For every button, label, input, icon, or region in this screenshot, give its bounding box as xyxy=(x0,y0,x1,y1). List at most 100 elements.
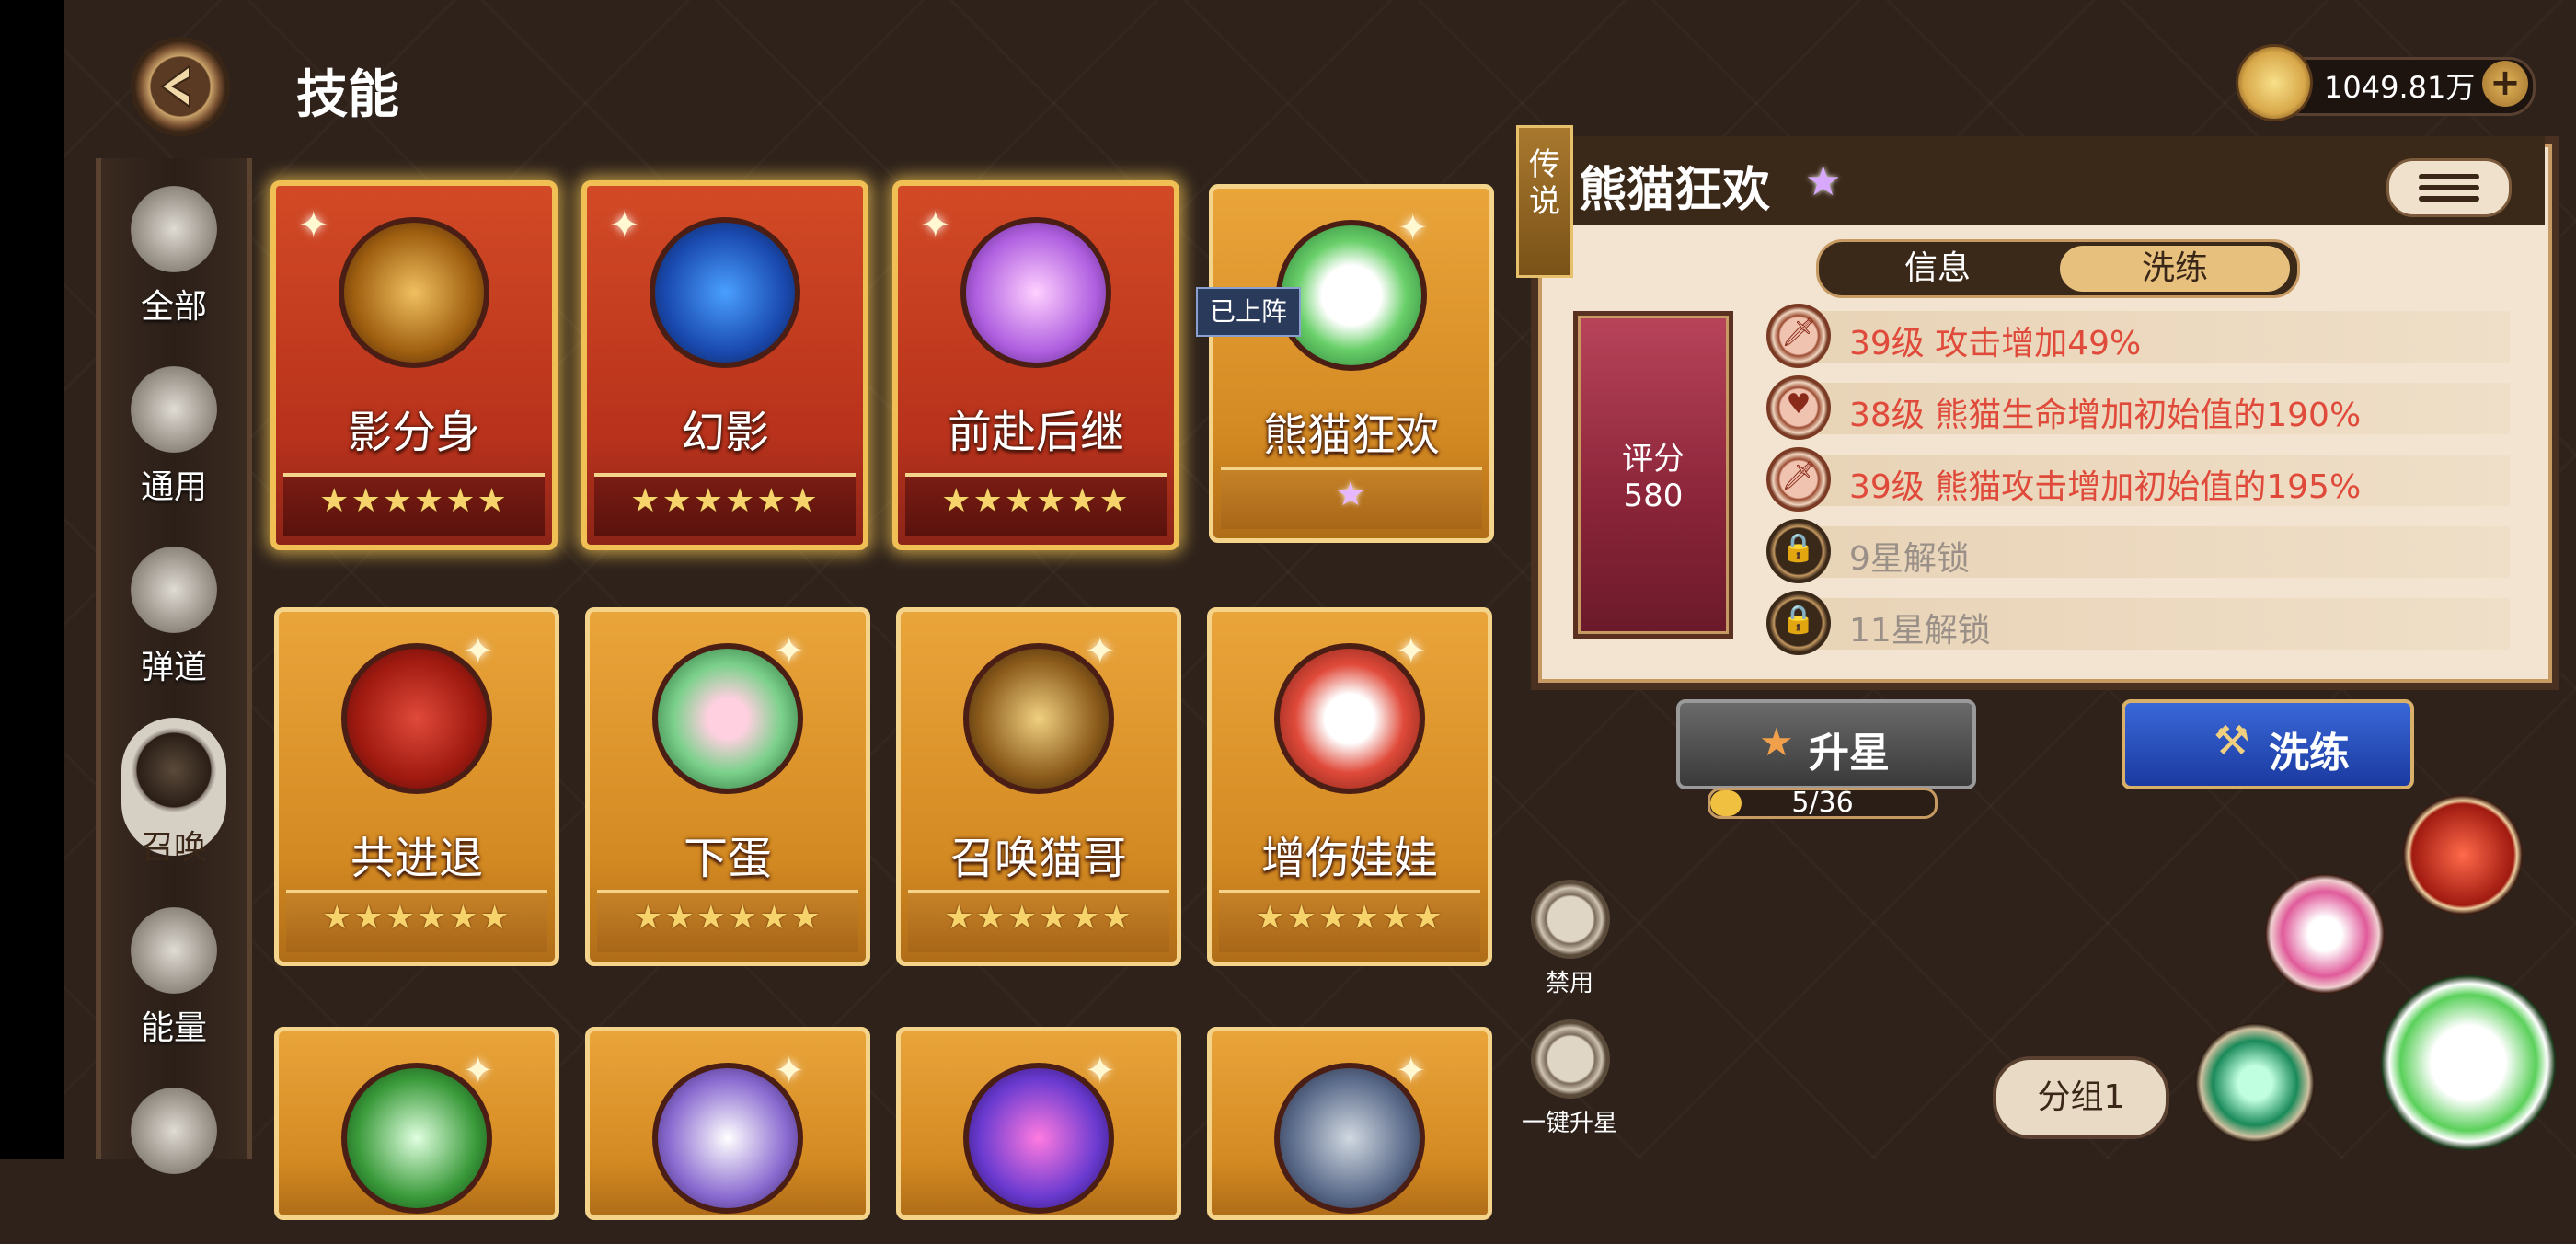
lock-icon: 🔒 xyxy=(1766,591,1831,655)
score-card: 评分 580 xyxy=(1573,311,1733,639)
star-band: ★★★★★★ xyxy=(905,473,1167,536)
score-value: 580 xyxy=(1623,478,1684,514)
heart-icon: ♥ xyxy=(1766,375,1831,440)
skill-name: 增伤娃娃 xyxy=(1260,833,1438,884)
skill-portrait xyxy=(341,643,492,794)
group-button[interactable]: 分组1 xyxy=(1993,1056,2169,1139)
attribute-row: 🗡 39级 攻击增加49% xyxy=(1766,304,2510,368)
sword-icon: 🗡 xyxy=(1766,304,1831,368)
skill-card[interactable]: ✦ 共进退 ★★★★★★ xyxy=(274,607,559,966)
skill-card[interactable]: ✦ 幻影 ★★★★★★ xyxy=(581,180,868,550)
attribute-row: 🗡 39级 熊猫攻击增加初始值的195% xyxy=(1766,447,2510,512)
attribute-row: ♥ 38级 熊猫生命增加初始值的190% xyxy=(1766,375,2510,440)
star-band: ★★★★★★ xyxy=(1219,890,1480,952)
sidebar-item-all[interactable]: 全部 xyxy=(101,177,247,342)
skill-stars: ★★★★★★ xyxy=(1255,899,1444,937)
skill-portrait xyxy=(652,643,803,794)
skill-name: 前赴后继 xyxy=(947,407,1124,458)
tent-icon xyxy=(131,366,217,453)
one-click-upgrade-label: 一键升星 xyxy=(1521,1110,1617,1137)
skill-name: 下蛋 xyxy=(683,833,772,884)
attribute-text: 39级 熊猫攻击增加初始值的195% xyxy=(1849,468,2362,506)
sidebar-item-more[interactable] xyxy=(101,1078,247,1244)
skill-portrait xyxy=(341,1063,492,1214)
skill-name: 幻影 xyxy=(680,407,769,458)
coin-icon xyxy=(2236,44,2313,121)
skill-card[interactable]: ✦ xyxy=(585,1027,870,1220)
sparkle-icon: ✦ xyxy=(298,204,329,247)
rarity-label: 传说 xyxy=(1529,146,1560,220)
detail-tabs: 信息 洗练 xyxy=(1816,239,2300,298)
category-sidebar: 全部 通用 弹道 召唤 能量 xyxy=(96,158,252,1174)
button-label: 洗练 xyxy=(2269,730,2350,777)
hammer-icon: ⚒ xyxy=(2214,718,2250,765)
skill-card[interactable]: ✦ xyxy=(1207,1027,1492,1220)
sword-icon: 🗡 xyxy=(1766,447,1831,512)
button-label: 升星 xyxy=(1809,730,1890,777)
attribute-text: 9星解锁 xyxy=(1849,540,1970,578)
star-band: ★ xyxy=(1221,466,1482,529)
attribute-text: 11星解锁 xyxy=(1849,612,1991,650)
skill-card[interactable]: ✦ xyxy=(274,1027,559,1220)
back-button[interactable] xyxy=(134,40,226,132)
skill-portrait xyxy=(1274,643,1425,794)
tab-refine[interactable]: 洗练 xyxy=(2060,246,2290,292)
skill-card[interactable]: ✦ 影分身 ★★★★★★ xyxy=(270,180,558,550)
sidebar-item-ballistic[interactable]: 弹道 xyxy=(101,537,247,703)
skill-slot-card[interactable] xyxy=(2195,1023,2315,1143)
attribute-row: 🔒 9星解锁 xyxy=(1766,519,2510,583)
skill-slot-fire[interactable] xyxy=(2403,795,2523,915)
list-menu-button[interactable] xyxy=(2386,158,2512,217)
skill-detail-name: 熊猫狂欢 xyxy=(1579,163,1771,218)
skill-stars: ★★★★★★ xyxy=(319,482,509,520)
star-band: ★★★★★★ xyxy=(908,890,1169,952)
list-icon xyxy=(2419,185,2479,190)
skill-card[interactable]: ✦ 召唤猫哥 ★★★★★★ xyxy=(896,607,1181,966)
add-currency-button[interactable]: + xyxy=(2482,61,2528,107)
score-label: 评分 xyxy=(1622,441,1685,478)
upgrade-star-button[interactable]: ★ 升星 xyxy=(1676,699,1976,789)
sidebar-item-energy[interactable]: 能量 xyxy=(101,898,247,1064)
sidebar-item-label: 能量 xyxy=(140,1009,207,1047)
tab-info[interactable]: 信息 xyxy=(1823,246,2053,292)
skill-stars: ★★★★★★ xyxy=(941,482,1131,520)
skill-card[interactable]: ✦ 前赴后继 ★★★★★★ xyxy=(892,180,1179,550)
progress-text: 5/36 xyxy=(1791,787,1854,819)
skill-stars: ★★★★★★ xyxy=(322,899,512,937)
sidebar-item-general[interactable]: 通用 xyxy=(101,357,247,523)
star-icon: ★ xyxy=(1805,158,1842,205)
list-icon xyxy=(2419,196,2479,202)
star-band: ★★★★★★ xyxy=(594,473,856,536)
skill-portrait xyxy=(963,1063,1114,1214)
skill-card[interactable]: ✦ 增伤娃娃 ★★★★★★ xyxy=(1207,607,1492,966)
one-click-upgrade-button[interactable] xyxy=(1531,1019,1610,1099)
page-title: 技能 xyxy=(296,65,399,125)
skill-portrait xyxy=(963,643,1114,794)
rarity-ribbon: 传说 xyxy=(1516,125,1573,278)
ban-button[interactable] xyxy=(1531,880,1610,959)
star-band: ★★★★★★ xyxy=(597,890,858,952)
back-arrow-icon xyxy=(160,64,190,109)
sidebar-item-label: 通用 xyxy=(140,468,207,506)
skill-stars: ★★★★★★ xyxy=(630,482,820,520)
sidebar-item-label: 全部 xyxy=(140,288,207,326)
refine-button[interactable]: ⚒ 洗练 xyxy=(2122,699,2414,789)
skill-card-selected[interactable]: ✦ 熊猫狂欢 ★ xyxy=(1209,184,1494,543)
skill-card[interactable]: ✦ 下蛋 ★★★★★★ xyxy=(585,607,870,966)
star-band: ★★★★★★ xyxy=(286,890,547,952)
sidebar-item-summon[interactable]: 召唤 xyxy=(101,718,247,883)
ban-label: 禁用 xyxy=(1545,970,1593,997)
currency-value: 1049.81万 xyxy=(2324,70,2476,105)
summon-icon xyxy=(131,727,217,813)
selected-skill-panda[interactable] xyxy=(2381,975,2556,1150)
skill-slot-ring[interactable] xyxy=(2265,874,2385,994)
sparkle-icon: ✦ xyxy=(920,204,951,247)
skill-card[interactable]: ✦ xyxy=(896,1027,1181,1220)
list-icon xyxy=(2419,174,2479,179)
skill-portrait xyxy=(1274,1063,1425,1214)
crosshair-icon xyxy=(131,547,217,633)
star-icon: ★ xyxy=(1759,720,1794,765)
skill-name: 召唤猫哥 xyxy=(949,833,1127,884)
skill-portrait xyxy=(652,1063,803,1214)
attribute-text: 38级 熊猫生命增加初始值的190% xyxy=(1849,397,2362,434)
